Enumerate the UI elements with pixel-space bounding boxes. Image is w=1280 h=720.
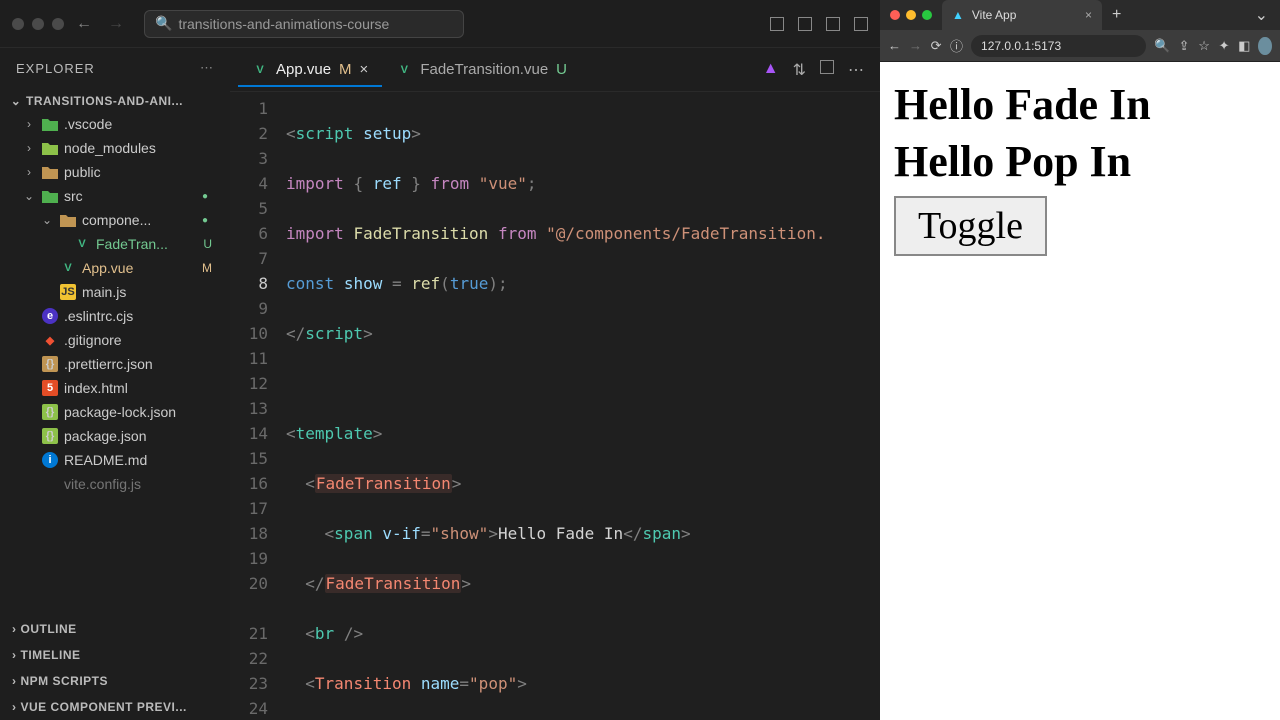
panel-icon[interactable]: ◧ bbox=[1238, 38, 1250, 54]
tab-appvue[interactable]: V App.vue M × bbox=[238, 53, 382, 86]
panel-bottom-icon[interactable] bbox=[798, 17, 812, 31]
file-viteconfig[interactable]: vite.config.js bbox=[0, 472, 230, 496]
browser-window: ▲ Vite App × + ⌄ ← → ⟳ ⓘ 🔍 ⇪ ☆ ✦ ◧ Hello… bbox=[880, 0, 1280, 720]
code-editor[interactable]: 1234567891011121314151617181920 21222324… bbox=[230, 92, 880, 720]
file-fadetransition[interactable]: VFadeTran...U bbox=[0, 232, 230, 256]
editor-tabs: V App.vue M × V FadeTransition.vue U ▲ ⇅… bbox=[230, 48, 880, 92]
chevron-down-icon: ⌄ bbox=[10, 94, 22, 108]
timeline-section[interactable]: ›TIMELINE bbox=[0, 642, 230, 668]
share-icon[interactable]: ⇪ bbox=[1178, 38, 1190, 54]
layout-icon[interactable] bbox=[854, 17, 868, 31]
back-icon[interactable]: ← bbox=[76, 15, 92, 33]
vite-icon: ▲ bbox=[952, 8, 964, 22]
file-readme[interactable]: iREADME.md bbox=[0, 448, 230, 472]
command-search[interactable]: 🔍 transitions-and-animations-course bbox=[144, 10, 464, 38]
back-icon[interactable]: ← bbox=[888, 38, 901, 53]
vue-icon: V bbox=[252, 62, 268, 78]
vue-preview-section[interactable]: ›VUE COMPONENT PREVI... bbox=[0, 694, 230, 720]
explorer-more-icon[interactable]: ⋯ bbox=[200, 60, 214, 76]
file-pkg[interactable]: {}package.json bbox=[0, 424, 230, 448]
close-dot[interactable] bbox=[12, 18, 24, 30]
tab-status: M bbox=[339, 61, 352, 78]
split-icon[interactable] bbox=[820, 60, 834, 74]
tab-title: Vite App bbox=[972, 8, 1016, 22]
folder-components[interactable]: ⌄compone...● bbox=[0, 208, 230, 232]
explorer-title: EXPLORER bbox=[16, 61, 95, 76]
tab-fadetransition[interactable]: V FadeTransition.vue U bbox=[382, 53, 581, 86]
sidebar: EXPLORER ⋯ ⌄ TRANSITIONS-AND-ANI... ›.vs… bbox=[0, 48, 230, 720]
nav-icons: ← → bbox=[76, 15, 124, 33]
file-prettierrc[interactable]: {}.prettierrc.json bbox=[0, 352, 230, 376]
new-tab-icon[interactable]: + bbox=[1102, 6, 1131, 24]
url-input[interactable] bbox=[971, 35, 1146, 57]
file-indexhtml[interactable]: 5index.html bbox=[0, 376, 230, 400]
file-gitignore[interactable]: ◆.gitignore bbox=[0, 328, 230, 352]
titlebar: ← → 🔍 transitions-and-animations-course bbox=[0, 0, 880, 48]
panel-left-icon[interactable] bbox=[770, 17, 784, 31]
file-eslintrc[interactable]: e.eslintrc.cjs bbox=[0, 304, 230, 328]
project-name: transitions-and-animations-course bbox=[178, 16, 389, 32]
pop-text: Hello Pop In bbox=[894, 133, 1266, 190]
layout-icons bbox=[770, 17, 868, 31]
max-dot[interactable] bbox=[52, 18, 64, 30]
star-icon[interactable]: ☆ bbox=[1198, 38, 1210, 54]
code-content: <script setup> import { ref } from "vue"… bbox=[286, 96, 880, 720]
tabs-menu-icon[interactable]: ⌄ bbox=[1243, 5, 1280, 25]
folder-public[interactable]: ›public bbox=[0, 160, 230, 184]
file-pkglock[interactable]: {}package-lock.json bbox=[0, 400, 230, 424]
extensions-icon[interactable]: ✦ bbox=[1218, 38, 1230, 54]
folder-src[interactable]: ⌄src● bbox=[0, 184, 230, 208]
avatar-icon[interactable] bbox=[1258, 37, 1272, 55]
browser-toolbar: ← → ⟳ ⓘ 🔍 ⇪ ☆ ✦ ◧ bbox=[880, 30, 1280, 62]
max-dot[interactable] bbox=[922, 10, 932, 20]
folder-vscode[interactable]: ›.vscode bbox=[0, 112, 230, 136]
search-icon: 🔍 bbox=[155, 15, 172, 32]
file-mainjs[interactable]: JSmain.js bbox=[0, 280, 230, 304]
project-section[interactable]: ⌄ TRANSITIONS-AND-ANI... bbox=[0, 90, 230, 112]
browser-tabbar: ▲ Vite App × + ⌄ bbox=[880, 0, 1280, 30]
compare-icon[interactable]: ⇅ bbox=[793, 60, 806, 80]
window-controls bbox=[12, 18, 64, 30]
fade-text: Hello Fade In bbox=[894, 76, 1266, 133]
browser-viewport: Hello Fade In Hello Pop In Toggle bbox=[880, 62, 1280, 720]
tab-status: U bbox=[556, 61, 567, 78]
file-appvue[interactable]: VApp.vueM bbox=[0, 256, 230, 280]
tab-label: App.vue bbox=[276, 61, 331, 78]
forward-icon[interactable]: → bbox=[108, 15, 124, 33]
browser-window-controls bbox=[880, 10, 942, 20]
close-dot[interactable] bbox=[890, 10, 900, 20]
line-gutter: 1234567891011121314151617181920 21222324 bbox=[230, 96, 286, 720]
tab-label: FadeTransition.vue bbox=[420, 61, 548, 78]
outline-section[interactable]: ›OUTLINE bbox=[0, 616, 230, 642]
editor-window: ← → 🔍 transitions-and-animations-course … bbox=[0, 0, 880, 720]
info-icon[interactable]: ⓘ bbox=[950, 36, 963, 55]
forward-icon[interactable]: → bbox=[909, 38, 922, 53]
reload-icon[interactable]: ⟳ bbox=[930, 38, 942, 54]
close-icon[interactable]: × bbox=[1085, 8, 1092, 22]
min-dot[interactable] bbox=[906, 10, 916, 20]
folder-node-modules[interactable]: ›node_modules bbox=[0, 136, 230, 160]
panel-right-icon[interactable] bbox=[826, 17, 840, 31]
file-tree: ›.vscode ›node_modules ›public ⌄src● ⌄co… bbox=[0, 112, 230, 496]
browser-tab[interactable]: ▲ Vite App × bbox=[942, 0, 1102, 30]
zoom-icon[interactable]: 🔍 bbox=[1154, 38, 1170, 54]
project-label: TRANSITIONS-AND-ANI... bbox=[26, 94, 183, 108]
npm-scripts-section[interactable]: ›NPM SCRIPTS bbox=[0, 668, 230, 694]
vite-icon[interactable]: ▲ bbox=[763, 60, 779, 80]
min-dot[interactable] bbox=[32, 18, 44, 30]
toggle-button[interactable]: Toggle bbox=[894, 196, 1047, 256]
close-icon[interactable]: × bbox=[360, 61, 369, 78]
more-icon[interactable]: ⋯ bbox=[848, 60, 864, 80]
vue-icon: V bbox=[396, 62, 412, 78]
